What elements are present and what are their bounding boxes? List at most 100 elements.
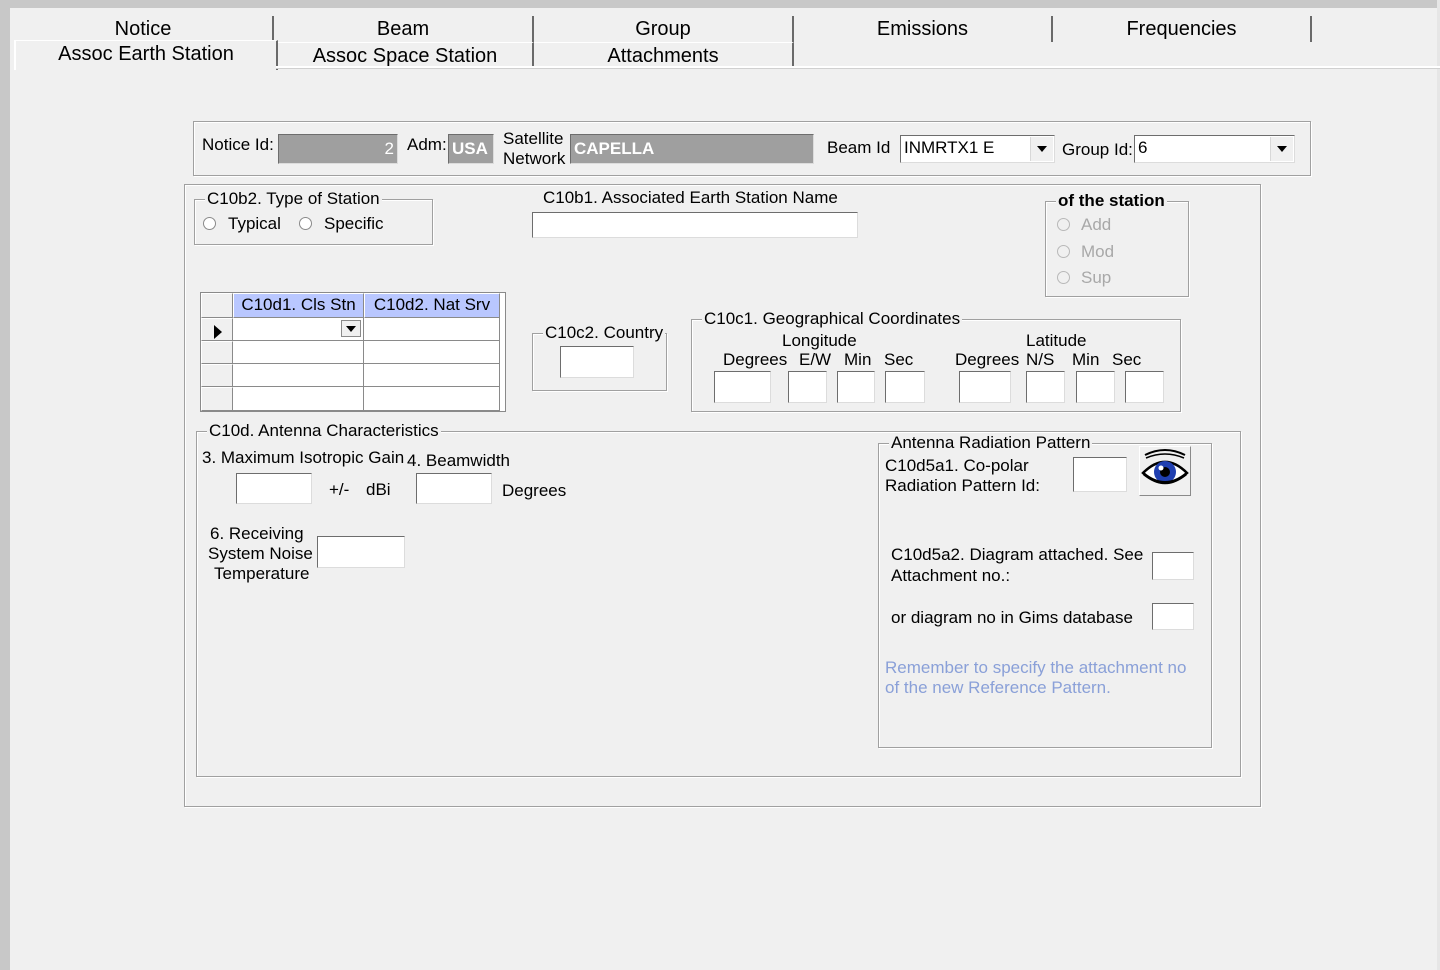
tab-group[interactable]: Group — [534, 16, 794, 42]
lat-sec-input[interactable] — [1125, 371, 1164, 403]
earth-station-name-label: C10b1. Associated Earth Station Name — [543, 188, 838, 207]
country-input[interactable] — [560, 346, 634, 378]
tab-strip: Notice Beam Group Emissions Frequencies … — [14, 10, 1440, 70]
gims-diagram-input[interactable] — [1152, 603, 1194, 630]
lat-ns-input[interactable] — [1026, 371, 1065, 403]
station-type-title: C10b2. Type of Station — [205, 189, 382, 208]
add-label: Add — [1081, 215, 1112, 234]
lon-degrees-label: Degrees — [723, 350, 788, 369]
lon-min-label: Min — [844, 350, 872, 369]
grid-cell-cls-stn[interactable] — [233, 318, 364, 341]
copolar-pattern-id-input[interactable] — [1073, 457, 1127, 492]
lat-sec-label: Sec — [1112, 350, 1142, 369]
group-id-value: 6 — [1138, 138, 1148, 157]
add-radio[interactable] — [1057, 218, 1070, 231]
lat-degrees-input[interactable] — [959, 371, 1011, 403]
tab-beam[interactable]: Beam — [274, 16, 534, 42]
sup-radio[interactable] — [1057, 271, 1070, 284]
gims-label: or diagram no in Gims database — [891, 608, 1133, 627]
chevron-down-icon — [1037, 146, 1047, 152]
country-title: C10c2. Country — [543, 323, 666, 342]
typical-label: Typical — [228, 214, 281, 233]
copolar-label-line1: C10d5a1. Co-polar — [885, 456, 1029, 475]
noise-label-line1: 6. Receiving — [210, 524, 304, 543]
grid-cell[interactable] — [364, 364, 500, 387]
tab-assoc-space-station[interactable]: Assoc Space Station — [278, 42, 534, 68]
satellite-network-field: CAPELLA — [570, 134, 814, 164]
window-frame-left — [0, 0, 10, 970]
grid-row-header[interactable] — [201, 364, 233, 387]
grid-cell[interactable] — [233, 364, 364, 387]
mod-radio[interactable] — [1057, 245, 1070, 258]
lon-degrees-input[interactable] — [714, 371, 771, 403]
longitude-label: Longitude — [782, 331, 857, 350]
adm-label: Adm: — [407, 135, 447, 154]
lat-min-input[interactable] — [1076, 371, 1115, 403]
lat-min-label: Min — [1072, 350, 1100, 369]
grid-cell[interactable] — [364, 341, 500, 364]
gain-unit-label: dBi — [366, 480, 391, 499]
cls-stn-dropdown-button[interactable] — [341, 320, 361, 337]
beamwidth-unit-label: Degrees — [502, 481, 567, 500]
notice-id-label: Notice Id: — [202, 135, 274, 154]
group-id-dropdown-button[interactable] — [1270, 137, 1293, 161]
lon-min-input[interactable] — [837, 371, 875, 403]
reference-pattern-hint-line2: of the new Reference Pattern. — [885, 678, 1111, 697]
grid-row-header-current[interactable] — [201, 318, 233, 341]
grid-header-nat-srv[interactable]: C10d2. Nat Srv — [364, 293, 500, 318]
grid-cell[interactable] — [233, 387, 364, 411]
group-id-label: Group Id: — [1062, 140, 1133, 159]
lon-ew-label: E/W — [799, 350, 832, 369]
network-label: Network — [503, 149, 566, 168]
attachment-no-input[interactable] — [1152, 552, 1194, 580]
mod-label: Mod — [1081, 242, 1115, 261]
diagram-label-line2: Attachment no.: — [891, 566, 1011, 585]
specific-radio[interactable] — [299, 217, 312, 230]
diagram-label-line1: C10d5a2. Diagram attached. See — [891, 545, 1144, 564]
gain-input[interactable] — [236, 473, 312, 504]
lon-sec-label: Sec — [884, 350, 914, 369]
tab-frequencies[interactable]: Frequencies — [1053, 16, 1312, 42]
tab-emissions[interactable]: Emissions — [794, 16, 1053, 42]
typical-radio[interactable] — [203, 217, 216, 230]
beamwidth-label: 4. Beamwidth — [407, 451, 510, 470]
specific-label: Specific — [324, 214, 384, 233]
satellite-label: Satellite — [503, 129, 564, 148]
grid-header-cls-stn[interactable]: C10d1. Cls Stn — [233, 293, 364, 318]
tab-attachments[interactable]: Attachments — [534, 42, 794, 68]
tab-notice[interactable]: Notice — [14, 16, 274, 42]
earth-station-name-input[interactable] — [532, 212, 858, 238]
grid-row-header[interactable] — [201, 387, 233, 411]
geo-coordinates-title: C10c1. Geographical Coordinates — [702, 309, 963, 328]
tab-divider-shadow — [276, 68, 1440, 69]
tab-assoc-earth-station[interactable]: Assoc Earth Station — [14, 40, 278, 70]
reference-pattern-hint-line1: Remember to specify the attachment no — [885, 658, 1187, 677]
current-row-arrow-icon — [214, 325, 222, 339]
group-id-combo[interactable]: 6 — [1134, 135, 1295, 163]
lon-sec-input[interactable] — [885, 371, 925, 403]
beam-id-label: Beam Id — [827, 138, 891, 157]
beamwidth-input[interactable] — [416, 473, 492, 504]
beam-id-dropdown-button[interactable] — [1030, 137, 1053, 161]
grid-cell[interactable] — [364, 387, 500, 411]
chevron-down-icon — [346, 325, 356, 332]
sup-label: Sup — [1081, 268, 1112, 287]
copolar-label-line2: Radiation Pattern Id: — [885, 476, 1040, 495]
class-service-grid[interactable]: C10d1. Cls Stn C10d2. Nat Srv — [200, 292, 506, 412]
view-pattern-button[interactable] — [1139, 446, 1191, 496]
adm-field: USA — [448, 134, 494, 164]
noise-temperature-input[interactable] — [317, 536, 405, 568]
lat-degrees-label: Degrees — [955, 350, 1020, 369]
grid-row-header[interactable] — [201, 341, 233, 364]
of-station-title: of the station — [1056, 191, 1167, 210]
gain-plus-minus: +/- — [329, 480, 350, 499]
chevron-down-icon — [1277, 146, 1287, 152]
grid-cell[interactable] — [233, 341, 364, 364]
gain-label: 3. Maximum Isotropic Gain — [202, 448, 405, 467]
grid-cell-nat-srv[interactable] — [364, 318, 500, 341]
noise-label-line3: Temperature — [214, 564, 310, 583]
beam-id-combo[interactable]: INMRTX1 E — [900, 135, 1055, 163]
grid-corner — [201, 293, 233, 318]
lon-ew-input[interactable] — [788, 371, 827, 403]
notice-id-field: 2 — [278, 134, 398, 164]
